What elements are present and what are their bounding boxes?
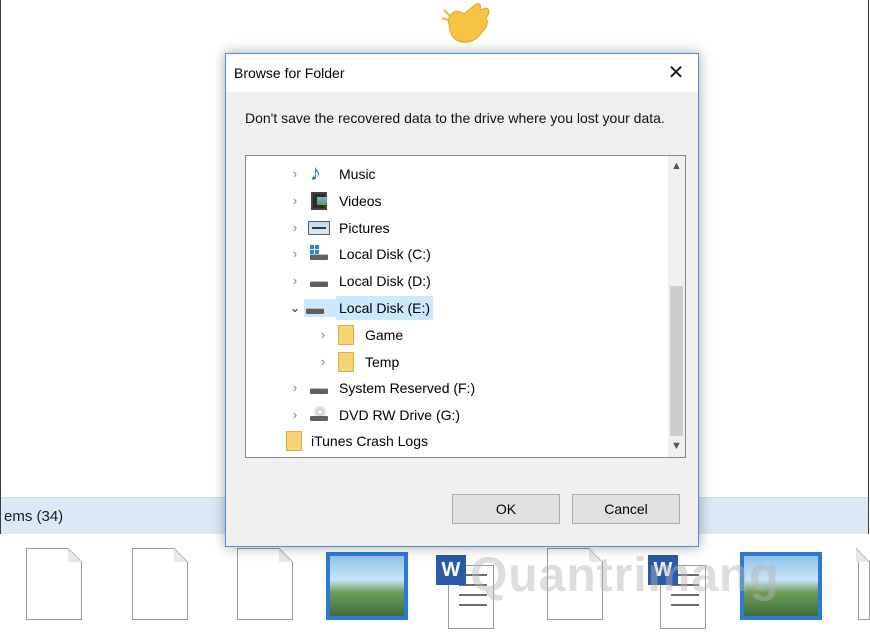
tree-item-label: Game [365, 327, 404, 343]
disk-icon [308, 379, 330, 397]
chevron-right-icon[interactable]: › [314, 350, 332, 374]
scroll-up-icon[interactable]: ▲ [668, 158, 685, 175]
tree-item-label: Videos [339, 193, 382, 209]
chevron-right-icon[interactable]: › [286, 403, 304, 427]
chevron-right-icon[interactable]: › [286, 162, 304, 186]
dialog-titlebar: Browse for Folder ✕ [226, 54, 698, 92]
tree-item-system-reserved-f[interactable]: › System Reserved (F:) [286, 376, 478, 400]
scroll-down-icon[interactable]: ▼ [668, 438, 685, 455]
folder-icon [338, 325, 354, 345]
tree-item-music[interactable]: › Music [286, 161, 379, 186]
file-thumbnail[interactable] [132, 548, 188, 620]
disk-icon [308, 272, 330, 290]
tree-item-local-disk-c[interactable]: › Local Disk (C:) [286, 242, 434, 266]
folder-icon [338, 352, 354, 372]
windows-disk-icon [308, 245, 330, 263]
videos-icon [311, 192, 327, 210]
file-thumbnail[interactable] [326, 552, 408, 620]
tree-item-label: Pictures [339, 220, 390, 236]
dvd-drive-icon [308, 406, 330, 424]
tree-item-label: Music [339, 166, 376, 182]
file-thumbnail[interactable] [856, 548, 870, 620]
chevron-right-icon[interactable]: › [286, 189, 304, 213]
watermark: Quantrimang [470, 549, 780, 602]
chevron-right-icon[interactable]: › [286, 216, 304, 240]
chevron-right-icon[interactable]: › [286, 376, 304, 400]
tree-item-pictures[interactable]: › Pictures [286, 216, 393, 240]
folder-icon [286, 431, 302, 451]
dialog-title: Browse for Folder [234, 65, 345, 81]
file-thumbnail[interactable] [237, 548, 293, 620]
tree-item-label: Temp [365, 354, 400, 370]
tree-item-label: System Reserved (F:) [339, 380, 476, 396]
document-icon [132, 548, 188, 620]
music-icon [308, 161, 330, 185]
chevron-right-icon[interactable]: › [314, 323, 332, 347]
items-count-label: ems (34) [4, 508, 64, 525]
scrollbar-thumb[interactable] [670, 286, 683, 436]
tree-item-local-disk-e[interactable]: ⌄ Local Disk (E:) [286, 296, 434, 320]
chevron-right-icon[interactable]: › [286, 269, 304, 293]
ok-button[interactable]: OK [452, 494, 560, 524]
tree-item-game[interactable]: › Game [314, 323, 406, 347]
chevron-right-icon[interactable]: › [286, 242, 304, 266]
tree-item-videos[interactable]: › Videos [286, 189, 385, 213]
waving-hand-icon [441, 3, 490, 43]
document-icon [856, 548, 870, 620]
tree-item-local-disk-d[interactable]: › Local Disk (D:) [286, 269, 434, 293]
image-icon [326, 552, 408, 620]
browse-for-folder-dialog: Browse for Folder ✕ Don't save the recov… [225, 53, 699, 547]
tree-item-label: iTunes Crash Logs [311, 433, 428, 449]
tree-item-dvd-rw-drive-g[interactable]: › DVD RW Drive (G:) [286, 403, 463, 427]
tree-item-temp[interactable]: › Temp [314, 350, 402, 374]
dialog-message: Don't save the recovered data to the dri… [245, 110, 665, 126]
file-thumbnail[interactable] [26, 548, 82, 620]
close-icon: ✕ [667, 62, 685, 84]
chevron-down-icon[interactable]: ⌄ [286, 296, 304, 320]
disk-icon [304, 299, 336, 317]
tree-item-label: Local Disk (C:) [339, 246, 431, 262]
tree-item-label: DVD RW Drive (G:) [339, 407, 461, 423]
cancel-button[interactable]: Cancel [572, 494, 680, 524]
vertical-scrollbar[interactable]: ▲ ▼ [668, 156, 685, 457]
folder-tree[interactable]: › Music › Videos › Pictures › Local Disk… [245, 155, 686, 458]
document-icon [237, 548, 293, 620]
document-icon [26, 548, 82, 620]
tree-item-label: Local Disk (D:) [339, 273, 431, 289]
tree-item-itunes-crash-logs[interactable]: iTunes Crash Logs [286, 429, 431, 453]
pictures-icon [308, 221, 330, 235]
close-button[interactable]: ✕ [654, 54, 698, 92]
tree-item-label: Local Disk (E:) [336, 296, 434, 320]
